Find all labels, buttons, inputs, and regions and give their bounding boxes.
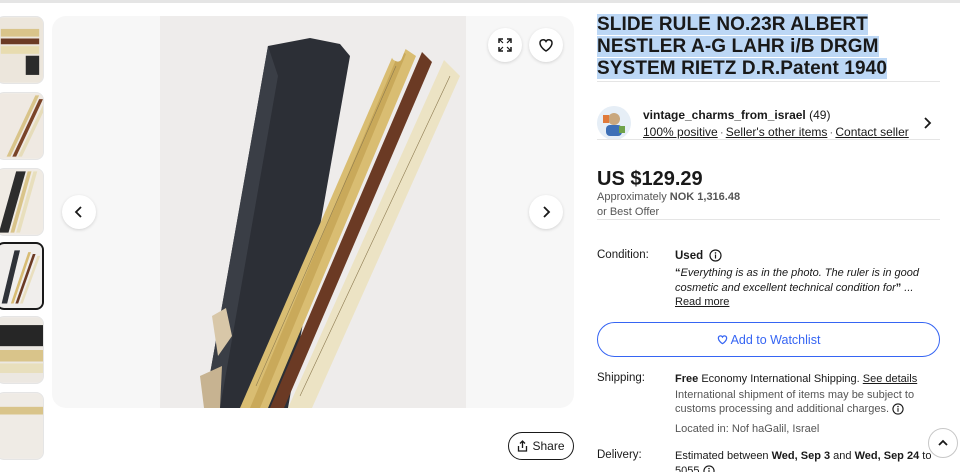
share-icon — [518, 440, 528, 452]
see-details-link[interactable]: See details — [863, 373, 917, 385]
chevron-up-icon — [938, 439, 948, 446]
main-image-gallery — [52, 16, 574, 408]
scroll-to-top-button[interactable] — [928, 428, 958, 458]
thumbnail[interactable] — [0, 16, 44, 84]
heart-icon — [539, 39, 553, 52]
seller-card: vintage_charms_from_israel (49) 100% pos… — [597, 94, 940, 152]
thumbnail[interactable] — [0, 168, 44, 236]
info-icon[interactable] — [892, 403, 904, 415]
expand-icon — [498, 38, 512, 52]
divider — [597, 81, 940, 82]
share-label: Share — [532, 439, 565, 453]
positive-feedback-link[interactable]: 100% positive — [643, 125, 718, 139]
add-to-watchlist-button[interactable]: Add to Watchlist — [597, 322, 940, 357]
condition-value: Used — [675, 249, 722, 262]
thumbnail[interactable] — [0, 92, 44, 160]
divider — [597, 139, 940, 140]
next-image-button[interactable] — [529, 195, 563, 229]
chevron-right-icon — [543, 206, 551, 218]
divider — [597, 219, 940, 220]
seller-other-items-link[interactable]: Seller's other items — [726, 125, 828, 139]
share-button[interactable]: Share — [508, 432, 574, 460]
info-icon[interactable] — [702, 464, 715, 472]
condition-label: Condition: — [597, 249, 649, 261]
seller-feedback-count: (49) — [809, 108, 831, 122]
listing-title: SLIDE RULE NO.23R ALBERT NESTLER A-G LAH… — [597, 14, 887, 79]
approximate-price: Approximately NOK 1,316.48 — [597, 191, 741, 203]
seller-links: 100% positive · Seller's other items · Conta… — [643, 125, 909, 139]
info-icon[interactable] — [709, 249, 722, 262]
expand-button[interactable] — [488, 28, 522, 62]
main-product-photo[interactable] — [160, 16, 466, 408]
previous-image-button[interactable] — [62, 195, 96, 229]
contact-seller-link[interactable]: Contact seller — [835, 125, 908, 139]
chevron-right-icon[interactable] — [922, 116, 934, 130]
seller-name[interactable]: vintage_charms_from_israel (49) — [643, 108, 830, 122]
shipping-details: Free Economy International Shipping. See… — [675, 372, 940, 417]
thumbnail[interactable] — [0, 392, 44, 460]
shipping-note: International shipment of items may be s… — [675, 388, 915, 416]
delivery-estimate: Estimated between Wed, Sep 3 and Wed, Se… — [675, 449, 940, 472]
best-offer-text: or Best Offer — [597, 206, 660, 218]
listing-details: SLIDE RULE NO.23R ALBERT NESTLER A-G LAH… — [597, 14, 940, 472]
item-location: Located in: Nof haGalil, Israel — [675, 423, 820, 435]
separator-dot: · — [719, 125, 724, 139]
condition-description: “Everything is as in the photo. The rule… — [675, 267, 919, 308]
top-divider — [0, 0, 960, 3]
watchlist-label: Add to Watchlist — [730, 332, 821, 347]
thumbnail[interactable] — [0, 316, 44, 384]
thumbnail-strip — [0, 16, 46, 472]
heart-icon — [717, 335, 727, 345]
price: US $129.29 — [597, 168, 703, 190]
read-more-link[interactable]: Read more — [675, 296, 729, 308]
shipping-label: Shipping: — [597, 372, 645, 384]
watchlist-heart-button[interactable] — [529, 28, 563, 62]
thumbnail-selected[interactable] — [0, 242, 44, 310]
chevron-left-icon — [74, 206, 82, 218]
delivery-label: Delivery: — [597, 449, 642, 461]
seller-avatar[interactable] — [597, 106, 631, 140]
separator-dot: · — [829, 125, 834, 139]
